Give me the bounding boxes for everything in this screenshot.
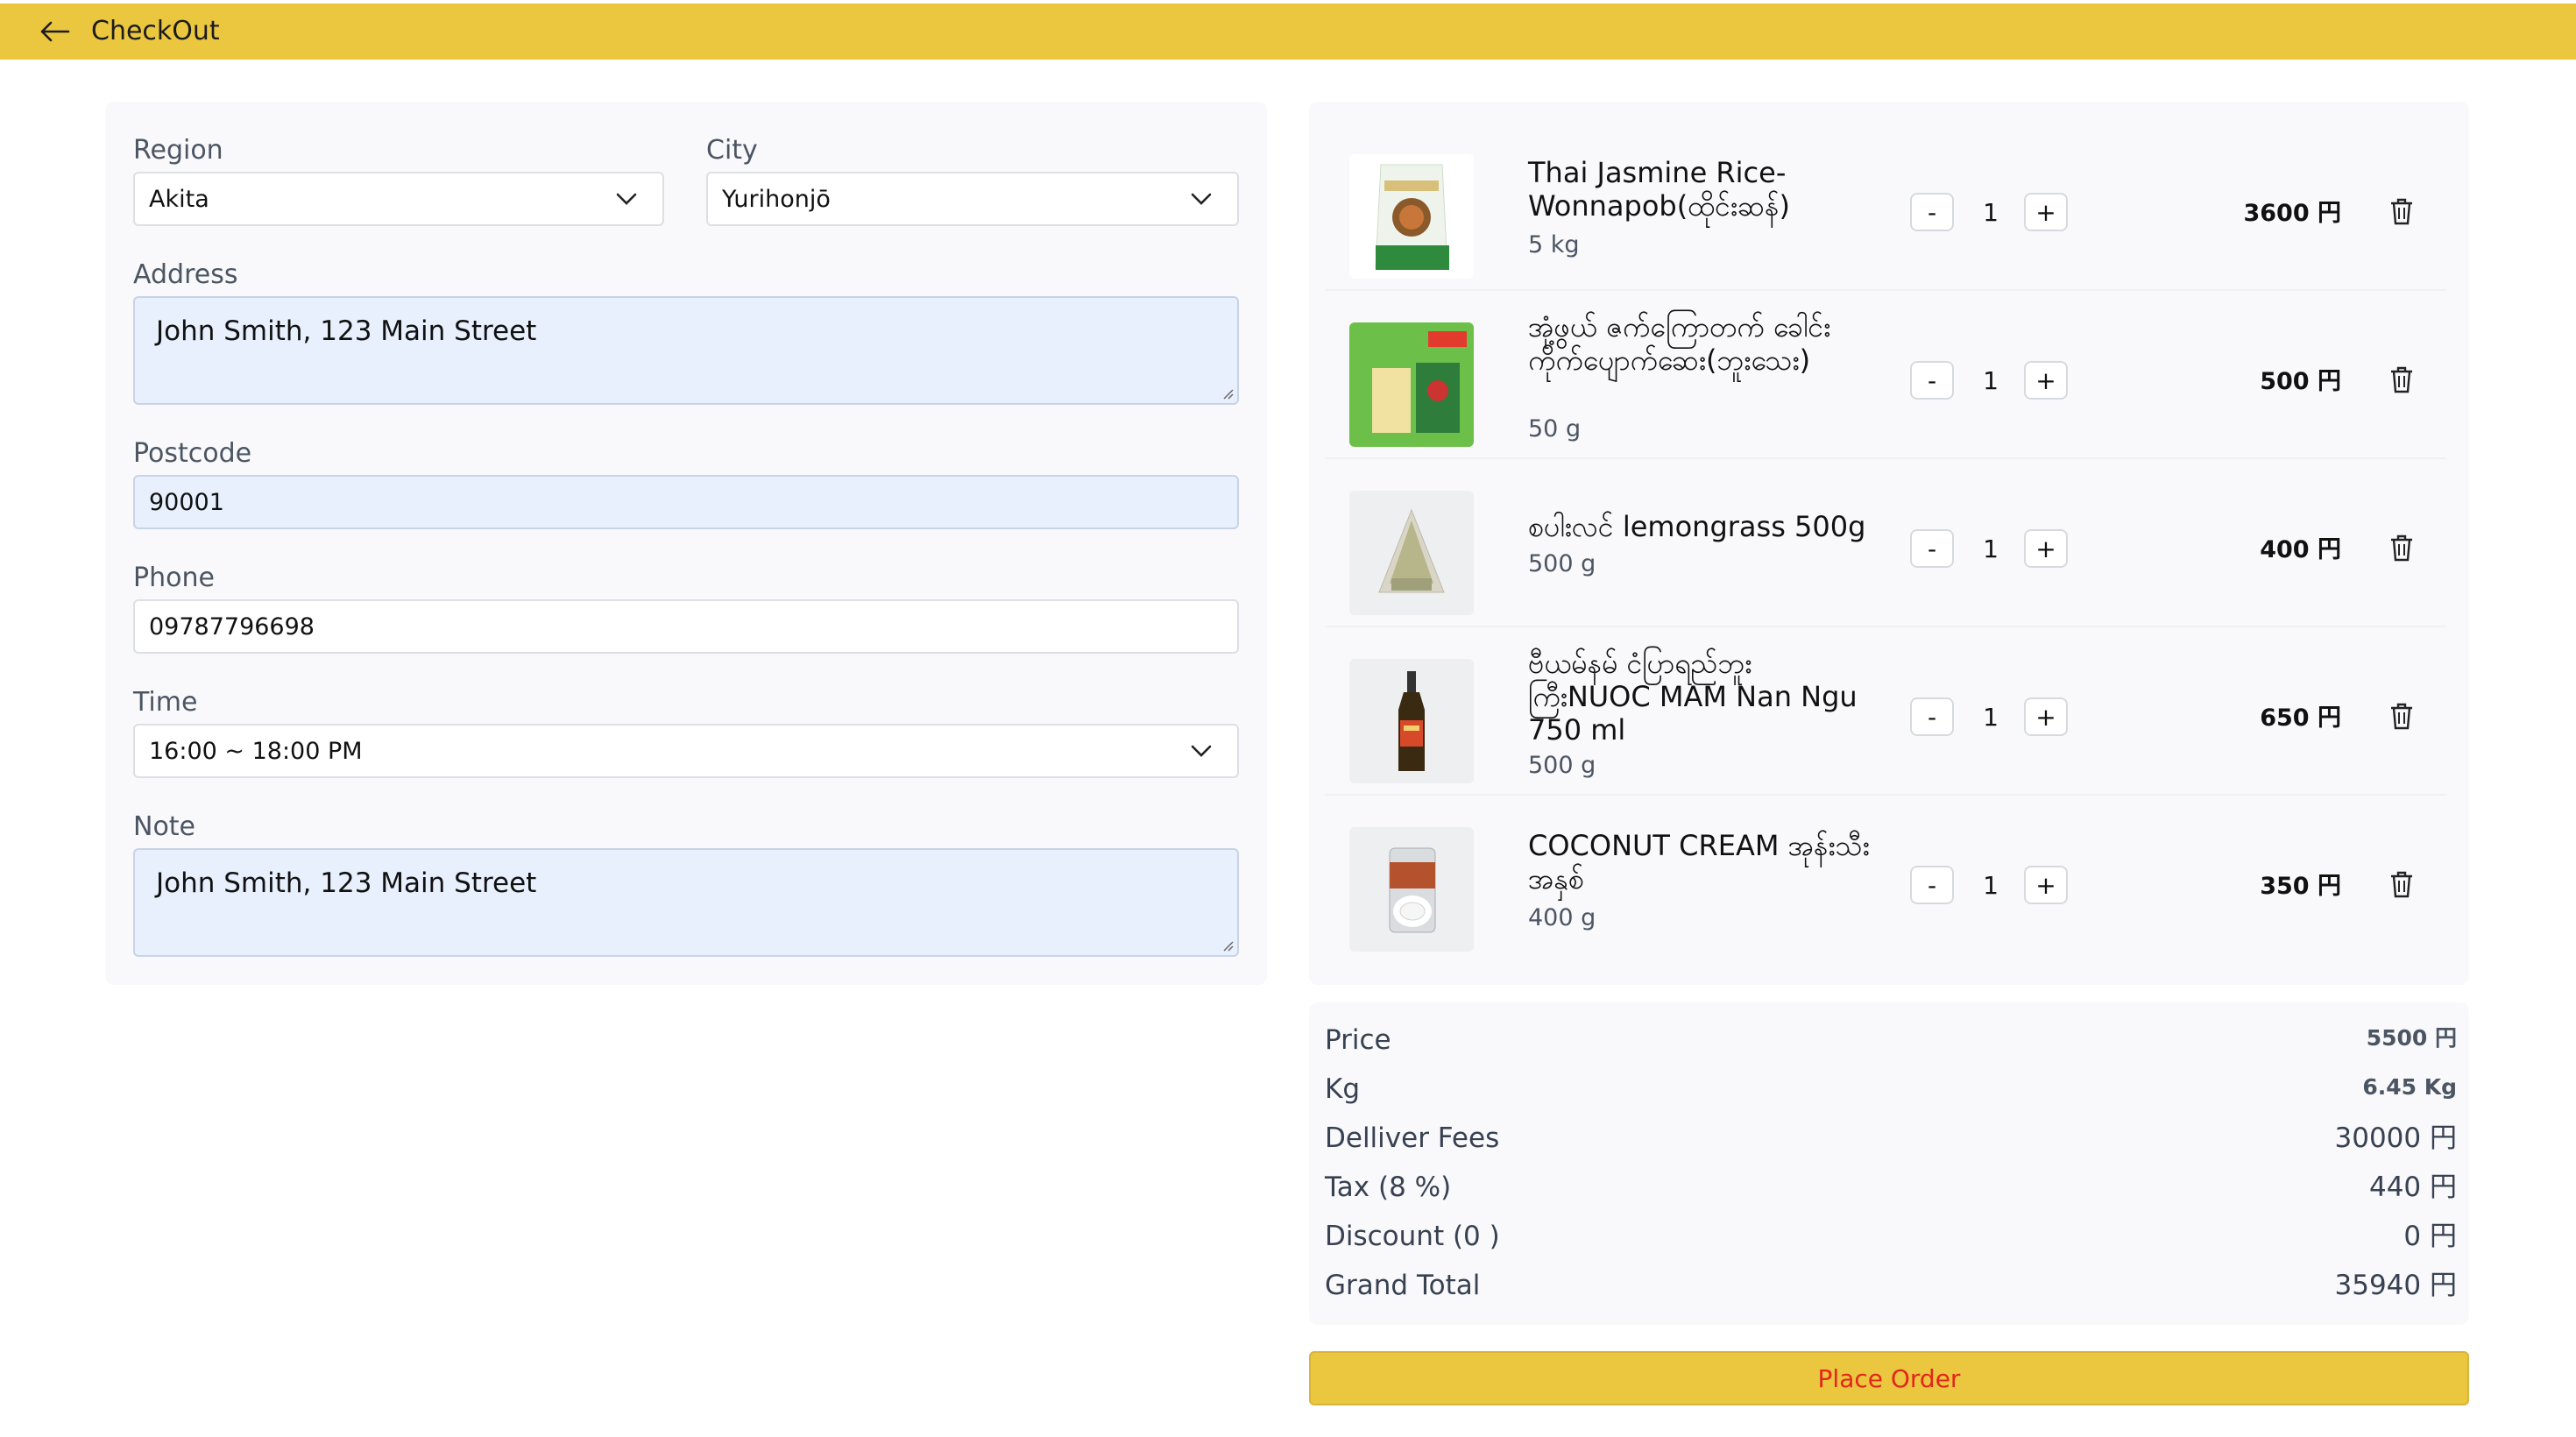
tax-label: Tax (8 %) [1325, 1172, 1452, 1203]
resize-handle-icon[interactable] [1221, 939, 1234, 952]
price-value: 5500 円 [2366, 1025, 2457, 1051]
back-arrow-icon[interactable] [39, 19, 70, 44]
product-image-fish-sauce-bottle [1349, 659, 1474, 783]
cart-item: Thai Jasmine Rice-Wonnapob(ထိုင်းဆန်) 5 … [1325, 133, 2446, 291]
product-weight: 500 g [1528, 550, 1596, 577]
trash-icon[interactable] [2388, 196, 2415, 226]
region-value: Akita [149, 185, 209, 213]
product-name: Thai Jasmine Rice-Wonnapob(ထိုင်းဆန်) [1528, 156, 1790, 223]
grand-total-value: 35940 円 [2334, 1270, 2457, 1301]
quantity-value: 1 [1983, 534, 1999, 563]
discount-value: 0 円 [2403, 1221, 2457, 1252]
trash-icon[interactable] [2388, 365, 2415, 394]
order-summary: Price 5500 円 Kg 6.45 Kg Delliver Fees 30… [1309, 1002, 2469, 1325]
cart-item: အုံ့ဖွယ် ဇက်ကြောတက် ခေါင်းကိုက်ပျောက်ဆေး… [1325, 301, 2446, 459]
time-value: 16:00 ~ 18:00 PM [149, 737, 363, 765]
chevron-down-icon [616, 193, 637, 205]
product-name: စပါးလင် lemongrass 500g [1528, 510, 1866, 543]
product-weight: 400 g [1528, 904, 1596, 931]
quantity-value: 1 [1983, 703, 1999, 732]
note-label: Note [133, 811, 196, 842]
chevron-down-icon [1191, 193, 1212, 205]
trash-icon[interactable] [2388, 869, 2415, 899]
address-value: John Smith, 123 Main Street [156, 315, 537, 347]
product-price: 400 円 [2260, 536, 2341, 563]
note-value: John Smith, 123 Main Street [156, 867, 537, 899]
region-select[interactable]: Akita [133, 172, 664, 226]
product-price: 3600 円 [2243, 200, 2341, 227]
quantity-decrease-button[interactable]: - [1910, 866, 1954, 904]
discount-label: Discount (0 ) [1325, 1221, 1500, 1252]
product-image-lemongrass [1349, 491, 1474, 615]
product-weight: 50 g [1528, 415, 1582, 442]
quantity-decrease-button[interactable]: - [1910, 193, 1954, 231]
product-image-coconut-cream-can [1349, 827, 1474, 952]
quantity-decrease-button[interactable]: - [1910, 529, 1954, 568]
price-label: Price [1325, 1024, 1391, 1056]
postcode-input[interactable]: 90001 [133, 475, 1239, 529]
quantity-increase-button[interactable]: + [2024, 866, 2068, 904]
quantity-increase-button[interactable]: + [2024, 361, 2068, 400]
address-label: Address [133, 259, 238, 290]
quantity-decrease-button[interactable]: - [1910, 697, 1954, 736]
city-label: City [706, 135, 758, 166]
product-name: COCONUT CREAM အုန်းသီးအနှစ် [1528, 829, 1870, 895]
note-textarea[interactable]: John Smith, 123 Main Street [133, 848, 1239, 957]
resize-handle-icon[interactable] [1221, 387, 1234, 400]
cart-item: စပါးလင် lemongrass 500g 500 g - 1 + 400 … [1325, 470, 2446, 627]
quantity-increase-button[interactable]: + [2024, 193, 2068, 231]
chevron-down-icon [1191, 745, 1212, 757]
quantity-value: 1 [1983, 198, 1999, 227]
phone-value: 09787796698 [149, 612, 315, 641]
quantity-increase-button[interactable]: + [2024, 697, 2068, 736]
address-textarea[interactable]: John Smith, 123 Main Street [133, 296, 1239, 405]
product-price: 350 円 [2260, 873, 2341, 900]
time-label: Time [133, 687, 198, 718]
city-select[interactable]: Yurihonjō [706, 172, 1239, 226]
cart-item: COCONUT CREAM အုန်းသီးအနှစ် 400 g - 1 + … [1325, 806, 2446, 964]
product-name: ဗီယမ်နမ် ငံပြာရည်ဘူး ကြီးNUOC MAM Nan Ng… [1528, 647, 1858, 747]
product-weight: 5 kg [1528, 231, 1580, 258]
product-image-rice-bag [1349, 154, 1474, 279]
trash-icon[interactable] [2388, 533, 2415, 563]
grand-total-label: Grand Total [1325, 1270, 1481, 1301]
phone-input[interactable]: 09787796698 [133, 599, 1239, 654]
delivery-fees-label: Delliver Fees [1325, 1122, 1500, 1154]
product-name: အုံ့ဖွယ် ဇက်ကြောတက် ခေါင်းကိုက်ပျောက်ဆေး… [1528, 310, 1831, 377]
product-image-medicine-box [1349, 322, 1474, 447]
phone-label: Phone [133, 563, 215, 593]
time-select[interactable]: 16:00 ~ 18:00 PM [133, 724, 1239, 778]
quantity-value: 1 [1983, 366, 1999, 395]
postcode-label: Postcode [133, 438, 252, 469]
top-app-bar: CheckOut [0, 4, 2576, 60]
quantity-value: 1 [1983, 871, 1999, 900]
product-weight: 500 g [1528, 752, 1596, 779]
trash-icon[interactable] [2388, 701, 2415, 731]
product-price: 500 円 [2260, 368, 2341, 395]
place-order-button[interactable]: Place Order [1309, 1351, 2469, 1405]
product-price: 650 円 [2260, 704, 2341, 732]
postcode-value: 90001 [149, 488, 224, 516]
tax-value: 440 円 [2368, 1172, 2457, 1203]
page-title: CheckOut [91, 16, 220, 46]
cart-item: ဗီယမ်နမ် ငံပြာရည်ဘူး ကြီးNUOC MAM Nan Ng… [1325, 638, 2446, 796]
region-label: Region [133, 135, 223, 166]
quantity-decrease-button[interactable]: - [1910, 361, 1954, 400]
delivery-fees-value: 30000 円 [2334, 1122, 2457, 1154]
city-value: Yurihonjō [722, 185, 831, 213]
weight-label: Kg [1325, 1073, 1361, 1105]
weight-value: 6.45 Kg [2362, 1074, 2457, 1100]
quantity-increase-button[interactable]: + [2024, 529, 2068, 568]
